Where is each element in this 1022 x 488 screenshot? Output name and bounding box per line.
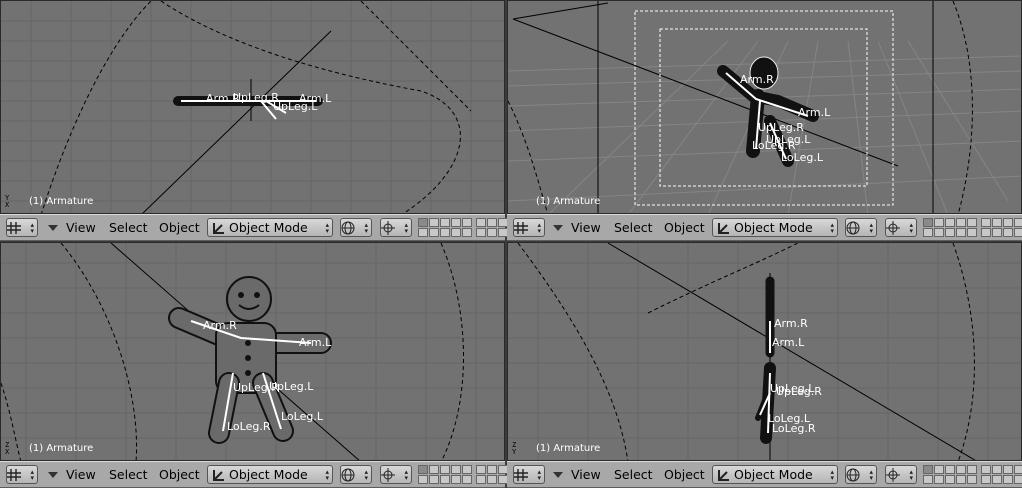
menu-collapse-triangle[interactable] [553, 472, 563, 478]
armature-pose-icon [718, 469, 729, 481]
grid-icon [7, 468, 21, 481]
viewport-scene [508, 243, 1021, 460]
wireframe-sphere-icon [341, 468, 355, 481]
crosshair-pivot-icon [886, 220, 900, 235]
bone-label: UpLeg.R [776, 385, 822, 398]
object-menu[interactable]: Object [159, 220, 200, 235]
layer-buttons[interactable] [418, 218, 512, 237]
mode-select[interactable]: Object Mode ▴ ▾ [712, 465, 838, 484]
pivot-select[interactable]: ▴ ▾ [380, 465, 412, 484]
axis-indicator: ZX [5, 441, 10, 456]
viewport-bottom-left[interactable]: Arm.R Arm.L UpLeg.R UpLeg.L LoLeg.R LoLe… [0, 242, 505, 461]
viewport-object-label: (1) Armature [29, 196, 94, 207]
pivot-select[interactable]: ▴ ▾ [885, 218, 917, 237]
shading-select[interactable]: ▴ ▾ [845, 465, 877, 484]
bone-label: UpLeg.L [273, 100, 318, 113]
select-menu[interactable]: Select [109, 220, 148, 235]
select-menu[interactable]: Select [109, 467, 148, 482]
axis-indicator: YX [5, 194, 10, 209]
view-menu[interactable]: View [571, 220, 601, 235]
object-menu[interactable]: Object [159, 467, 200, 482]
object-menu[interactable]: Object [664, 467, 705, 482]
layer-buttons[interactable] [418, 465, 512, 484]
mode-select[interactable]: Object Mode ▴ ▾ [207, 218, 333, 237]
mode-select[interactable]: Object Mode ▴ ▾ [712, 218, 838, 237]
select-menu[interactable]: Select [614, 220, 653, 235]
bone-label: LoLeg.R [772, 422, 816, 435]
wireframe-sphere-icon [846, 221, 860, 234]
layer-buttons[interactable] [923, 465, 1022, 484]
menu-collapse-triangle[interactable] [48, 472, 58, 478]
pivot-select[interactable]: ▴ ▾ [380, 218, 412, 237]
grid-icon [514, 221, 528, 234]
menu-collapse-triangle[interactable] [48, 225, 58, 231]
wireframe-sphere-icon [846, 468, 860, 481]
bone-label: LoLeg.R [752, 139, 796, 152]
viewport-scene [1, 1, 504, 213]
menu-collapse-triangle[interactable] [553, 225, 563, 231]
viewport-object-label: (1) Armature [29, 443, 94, 454]
object-menu[interactable]: Object [664, 220, 705, 235]
bone-label: LoLeg.R [227, 420, 271, 433]
viewport-header-top-right: ▴ ▾ View Select Object Object Mode ▴ ▾ ▴ ▾ ▴… [507, 214, 1022, 241]
bone-label: UpLeg.R [758, 121, 804, 134]
pivot-select[interactable]: ▴ ▾ [885, 465, 917, 484]
armature-pose-icon [213, 222, 224, 234]
armature-pose-icon [213, 469, 224, 481]
viewport-header-bottom-left: ▴ ▾ View Select Object Object Mode ▴ ▾ ▴ ▾ ▴… [0, 461, 508, 488]
editor-type-button[interactable]: ▴ ▾ [6, 218, 38, 237]
crosshair-pivot-icon [381, 467, 395, 482]
view-menu[interactable]: View [66, 467, 96, 482]
crosshair-pivot-icon [381, 220, 395, 235]
shading-select[interactable]: ▴ ▾ [340, 465, 372, 484]
bone-label: Arm.L [798, 106, 831, 119]
grid-icon [514, 468, 528, 481]
shading-select[interactable]: ▴ ▾ [340, 218, 372, 237]
bone-label: Arm.R [774, 317, 808, 330]
bone-label: LoLeg.L [781, 151, 823, 164]
mode-select[interactable]: Object Mode ▴ ▾ [207, 465, 333, 484]
editor-type-button[interactable]: ▴ ▾ [513, 218, 545, 237]
bone-label: LoLeg.L [281, 410, 323, 423]
crosshair-pivot-icon [886, 467, 900, 482]
armature-pose-icon [718, 222, 729, 234]
bone-label: Arm.L [299, 336, 332, 349]
view-menu[interactable]: View [66, 220, 96, 235]
bone-label: Arm.R [740, 73, 774, 86]
shading-select[interactable]: ▴ ▾ [845, 218, 877, 237]
viewport-header-top-left: ▴ ▾ View Select Object Object Mode ▴ ▾ ▴ ▾ ▴… [0, 214, 508, 241]
bone-label: UpLeg.L [269, 380, 314, 393]
viewport-object-label: (1) Armature [536, 196, 601, 207]
bone-label: UpLeg.R [233, 91, 279, 104]
editor-type-button[interactable]: ▴ ▾ [6, 465, 38, 484]
view-menu[interactable]: View [571, 467, 601, 482]
editor-type-button[interactable]: ▴ ▾ [513, 465, 545, 484]
bone-label: Arm.L [772, 336, 805, 349]
select-menu[interactable]: Select [614, 467, 653, 482]
viewport-top-left[interactable]: Arm.R Arm.L UpLeg.R UpLeg.L YX (1) Armat… [0, 0, 505, 214]
axis-indicator: ZY [512, 441, 517, 456]
layer-buttons[interactable] [923, 218, 1022, 237]
bone-label: Arm.R [203, 319, 237, 332]
viewport-bottom-right[interactable]: Arm.R Arm.L UpLeg.L UpLeg.R LoLeg.L LoLe… [507, 242, 1022, 461]
grid-icon [7, 221, 21, 234]
viewport-top-right[interactable]: Arm.R Arm.L UpLeg.R UpLeg.L LoLeg.R LoLe… [507, 0, 1022, 214]
wireframe-sphere-icon [341, 221, 355, 234]
viewport-header-bottom-right: ▴ ▾ View Select Object Object Mode ▴ ▾ ▴ ▾ ▴… [507, 461, 1022, 488]
viewport-scene [508, 1, 1021, 213]
viewport-object-label: (1) Armature [536, 443, 601, 454]
